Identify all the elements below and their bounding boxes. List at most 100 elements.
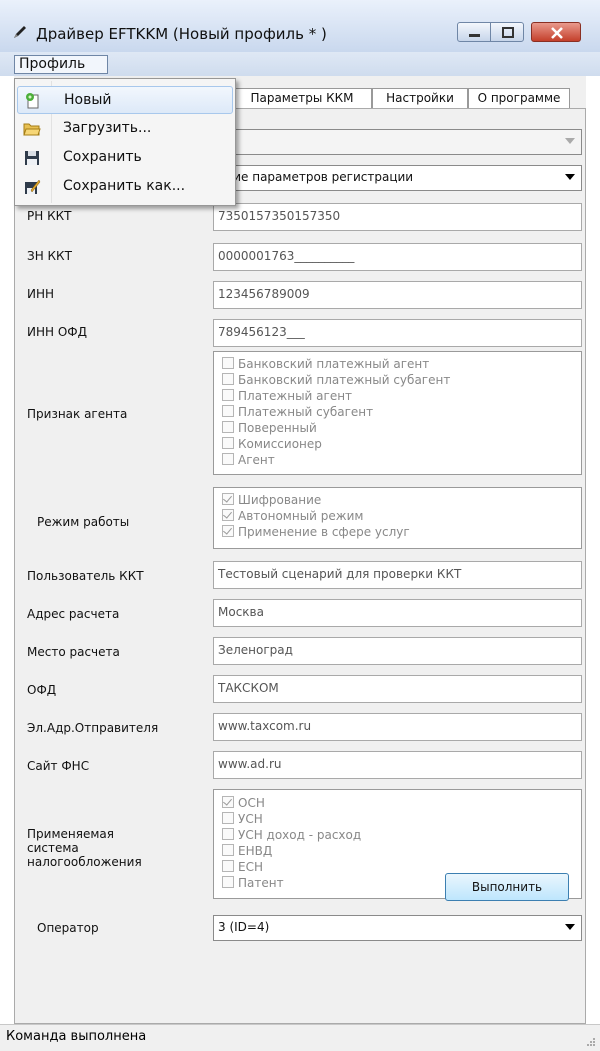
tax-option[interactable]: УСН доход - расход bbox=[222, 828, 361, 842]
fns-site-field[interactable]: www.ad.ru bbox=[213, 751, 582, 779]
menu-bar: Профиль bbox=[0, 52, 600, 76]
inn-label: ИНН bbox=[27, 287, 55, 301]
mode-option[interactable]: Шифрование bbox=[222, 493, 321, 507]
save-as-icon bbox=[25, 179, 41, 194]
rn-kkt-field[interactable]: 7350157350157350 bbox=[213, 203, 582, 231]
status-bar: Команда выполнена bbox=[0, 1024, 600, 1051]
agent-checkbox-group: Банковский платежный агент Банковский пл… bbox=[213, 351, 582, 475]
zn-kkt-field[interactable]: 0000001763__________ bbox=[213, 243, 582, 271]
chevron-down-icon bbox=[565, 174, 575, 180]
tax-label-line-1: Применяемая bbox=[27, 827, 114, 841]
checkbox[interactable] bbox=[222, 405, 234, 417]
tax-label-line-2: система bbox=[27, 841, 79, 855]
profile-dropdown-menu: Новый Загрузить... Сохранить Сохранить к… bbox=[14, 78, 236, 206]
operation-combo-value: ение параметров регистрации bbox=[218, 170, 414, 184]
folder-open-icon bbox=[23, 123, 41, 136]
device-combo[interactable]: 05 bbox=[213, 129, 582, 155]
title-bar: Драйвер EFTKKM (Новый профиль * ) bbox=[0, 0, 600, 52]
pen-app-icon bbox=[14, 26, 26, 38]
mode-checkbox-group: Шифрование Автономный режим Применение в… bbox=[213, 487, 582, 549]
close-button[interactable] bbox=[531, 22, 581, 42]
checkbox[interactable] bbox=[222, 812, 234, 824]
tab-settings[interactable]: Настройки bbox=[372, 88, 468, 108]
checkbox-checked[interactable] bbox=[222, 493, 234, 505]
zn-kkt-label: ЗН ККТ bbox=[27, 249, 72, 263]
checkbox-checked[interactable] bbox=[222, 509, 234, 521]
menu-item-load[interactable]: Загрузить... bbox=[17, 115, 233, 143]
ofd-label: ОФД bbox=[27, 683, 57, 697]
checkbox[interactable] bbox=[222, 828, 234, 840]
place-field[interactable]: Зеленоград bbox=[213, 637, 582, 665]
agent-option[interactable]: Поверенный bbox=[222, 421, 317, 435]
maximize-icon bbox=[502, 27, 514, 38]
mode-label: Режим работы bbox=[37, 515, 130, 529]
window-title: Драйвер EFTKKM (Новый профиль * ) bbox=[36, 25, 327, 43]
chevron-down-icon bbox=[565, 924, 575, 930]
kkt-user-label: Пользователь ККТ bbox=[27, 569, 144, 583]
inn-field[interactable]: 123456789009 bbox=[213, 281, 582, 309]
status-text: Команда выполнена bbox=[6, 1029, 147, 1044]
close-icon bbox=[551, 27, 563, 39]
checkbox[interactable] bbox=[222, 357, 234, 369]
new-file-icon bbox=[26, 93, 39, 109]
tax-option[interactable]: ЕНВД bbox=[222, 844, 272, 858]
sender-email-field[interactable]: www.taxcom.ru bbox=[213, 713, 582, 741]
sender-email-label: Эл.Адр.Отправителя bbox=[27, 721, 159, 735]
address-field[interactable]: Москва bbox=[213, 599, 582, 627]
ofd-field[interactable]: ТАКСКОМ bbox=[213, 675, 582, 703]
checkbox-checked[interactable] bbox=[222, 796, 234, 808]
checkbox[interactable] bbox=[222, 421, 234, 433]
operation-combo[interactable]: ение параметров регистрации bbox=[213, 165, 582, 191]
checkbox[interactable] bbox=[222, 453, 234, 465]
menu-item-save-label: Сохранить bbox=[63, 149, 142, 165]
tax-option[interactable]: ОСН bbox=[222, 796, 265, 810]
menu-item-new-label: Новый bbox=[64, 92, 112, 108]
tax-option[interactable]: Патент bbox=[222, 876, 284, 890]
menu-profile[interactable]: Профиль bbox=[14, 55, 108, 74]
checkbox[interactable] bbox=[222, 844, 234, 856]
agent-label: Признак агента bbox=[27, 407, 128, 421]
minimize-button[interactable] bbox=[457, 22, 491, 42]
agent-option[interactable]: Банковский платежный агент bbox=[222, 357, 429, 371]
inn-ofd-label: ИНН ОФД bbox=[27, 325, 87, 339]
operator-combo-value: 3 (ID=4) bbox=[218, 920, 270, 934]
client-area: Параметры ККМ Настройки О программе 05 е… bbox=[14, 76, 586, 1024]
minimize-icon bbox=[469, 34, 480, 37]
chevron-down-icon bbox=[565, 138, 575, 144]
menu-item-load-label: Загрузить... bbox=[63, 120, 152, 136]
menu-item-save-as-label: Сохранить как... bbox=[63, 178, 186, 194]
floppy-disk-icon bbox=[25, 151, 39, 165]
tab-panel: 05 ение параметров регистрации РН ККТ 73… bbox=[14, 108, 586, 1024]
tab-kkm-params[interactable]: Параметры ККМ bbox=[232, 88, 372, 108]
checkbox[interactable] bbox=[222, 876, 234, 888]
place-label: Место расчета bbox=[27, 645, 120, 659]
agent-option[interactable]: Платежный агент bbox=[222, 389, 352, 403]
operator-combo[interactable]: 3 (ID=4) bbox=[213, 915, 582, 941]
menu-item-save[interactable]: Сохранить bbox=[17, 144, 233, 172]
execute-button[interactable]: Выполнить bbox=[445, 873, 569, 901]
tax-label-line-3: налогообложения bbox=[27, 855, 142, 869]
checkbox[interactable] bbox=[222, 389, 234, 401]
menu-item-save-as[interactable]: Сохранить как... bbox=[17, 173, 233, 201]
resize-grip-icon[interactable] bbox=[586, 1037, 596, 1047]
checkbox[interactable] bbox=[222, 373, 234, 385]
address-label: Адрес расчета bbox=[27, 607, 120, 621]
kkt-user-field[interactable]: Тестовый сценарий для проверки ККТ bbox=[213, 561, 582, 589]
agent-option[interactable]: Платежный субагент bbox=[222, 405, 373, 419]
tax-option[interactable]: УСН bbox=[222, 812, 263, 826]
tax-option[interactable]: ЕСН bbox=[222, 860, 263, 874]
inn-ofd-field[interactable]: 789456123___ bbox=[213, 319, 582, 347]
mode-option[interactable]: Применение в сфере услуг bbox=[222, 525, 410, 539]
rn-kkt-label: РН ККТ bbox=[27, 209, 72, 223]
checkbox[interactable] bbox=[222, 860, 234, 872]
tab-about[interactable]: О программе bbox=[468, 88, 570, 108]
maximize-button[interactable] bbox=[490, 22, 524, 42]
agent-option[interactable]: Банковский платежный субагент bbox=[222, 373, 450, 387]
mode-option[interactable]: Автономный режим bbox=[222, 509, 363, 523]
checkbox[interactable] bbox=[222, 437, 234, 449]
fns-site-label: Сайт ФНС bbox=[27, 759, 90, 773]
checkbox-checked[interactable] bbox=[222, 525, 234, 537]
agent-option[interactable]: Агент bbox=[222, 453, 275, 467]
agent-option[interactable]: Комиссионер bbox=[222, 437, 322, 451]
menu-item-new[interactable]: Новый bbox=[17, 86, 233, 114]
